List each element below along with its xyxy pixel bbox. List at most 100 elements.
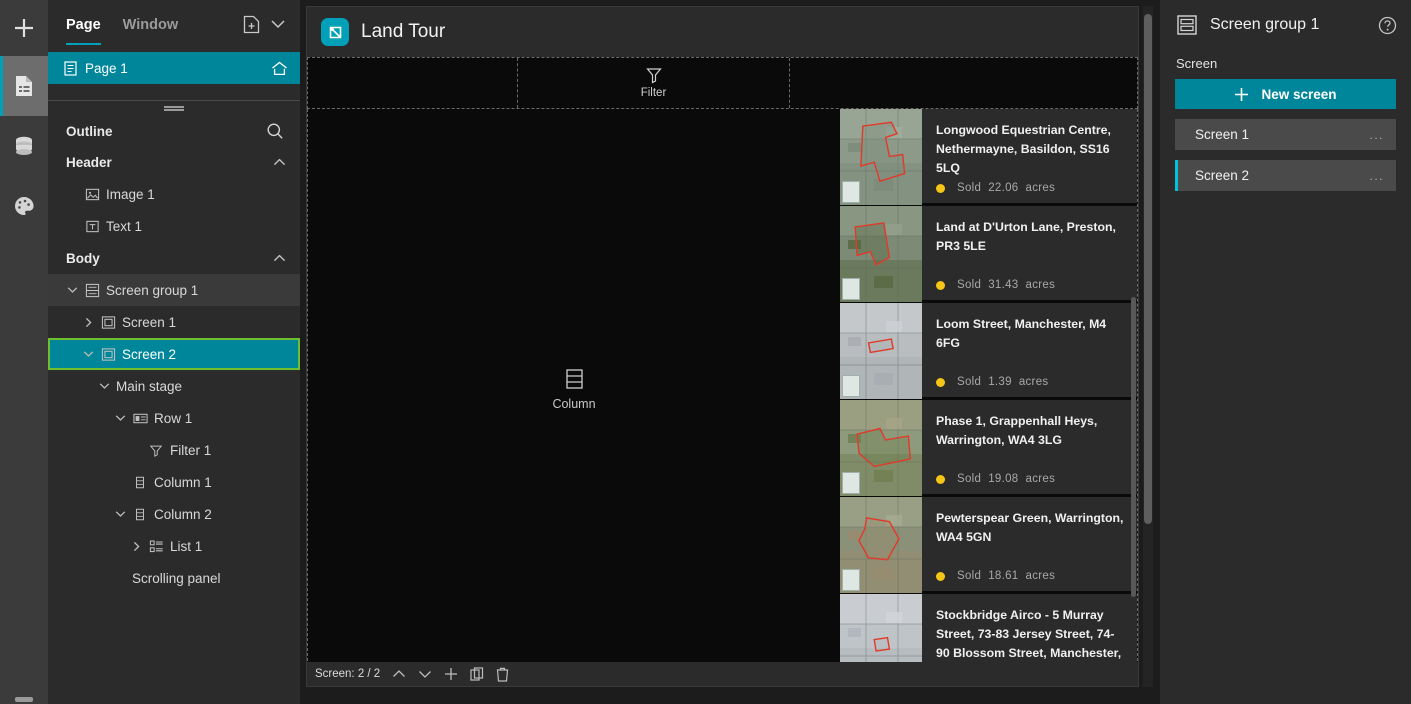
screen-item-menu-icon[interactable]: ...	[1369, 128, 1384, 142]
right-panel: Screen group 1 Screen New screen Screen …	[1160, 0, 1411, 704]
chevron-up-icon[interactable]	[273, 254, 286, 263]
property-list: Longwood Equestrian Centre, Nethermayne,…	[840, 109, 1137, 662]
right-panel-section-label: Screen	[1176, 56, 1218, 71]
screen-item-menu-icon[interactable]: ...	[1369, 169, 1384, 183]
thumbnail-minimap	[842, 375, 860, 397]
panel-splitter[interactable]	[48, 100, 300, 116]
add-button[interactable]	[0, 0, 48, 56]
tree-item-label: Text 1	[106, 218, 143, 234]
tree-item-label: Header	[66, 154, 112, 170]
tree-item-label: Scrolling panel	[132, 570, 221, 586]
tree-item-label: Screen group 1	[106, 282, 199, 298]
pages-icon	[16, 76, 32, 96]
home-icon[interactable]	[271, 61, 288, 76]
filter-icon	[148, 443, 164, 458]
row-1: Filter	[307, 57, 1138, 109]
chevron-down-icon[interactable]	[270, 19, 286, 29]
row-cell-left[interactable]	[308, 58, 518, 108]
right-panel-title: Screen group 1	[1210, 16, 1320, 33]
page-label: Page 1	[85, 60, 128, 76]
rail-item-pages[interactable]	[0, 56, 48, 116]
tree-item-body[interactable]: Body	[48, 242, 300, 274]
property-card[interactable]: Longwood Equestrian Centre, Nethermayne,…	[840, 109, 1137, 206]
property-status: Sold 18.61 acres	[957, 570, 1055, 582]
tree-item-scrolling-panel[interactable]: Scrolling panel	[48, 562, 300, 594]
image-icon	[84, 187, 100, 202]
tree-item-column-2[interactable]: Column 2	[48, 498, 300, 530]
column-1-placeholder[interactable]: Column	[308, 109, 840, 662]
column-2-list: Longwood Equestrian Centre, Nethermayne,…	[840, 109, 1137, 662]
property-card[interactable]: Pewterspear Green, Warrington, WA4 5GN So…	[840, 497, 1137, 594]
chevron-right-icon[interactable]	[82, 317, 94, 328]
plus-icon	[1234, 87, 1249, 102]
status-label: Sold	[957, 473, 982, 485]
status-label: Sold	[957, 376, 982, 388]
status-dot-icon	[936, 474, 945, 484]
property-card[interactable]: Land at D'Urton Lane, Preston, PR3 5LE So…	[840, 206, 1137, 303]
tree-item-column-1[interactable]: Column 1	[48, 466, 300, 498]
tab-page[interactable]: Page	[66, 3, 101, 45]
acreage-value: 22.06	[988, 182, 1019, 194]
filter-widget[interactable]: Filter	[518, 58, 790, 108]
text-icon	[84, 219, 100, 234]
row-cell-right[interactable]	[790, 58, 1137, 108]
column-icon	[565, 368, 584, 390]
tree-item-filter-1[interactable]: Filter 1	[48, 434, 300, 466]
property-card[interactable]: Stockbridge Airco - 5 Murray Street, 73-…	[840, 594, 1137, 662]
rail-item-theme[interactable]	[0, 176, 48, 236]
tree-item-main-stage[interactable]: Main stage	[48, 370, 300, 402]
tree-item-image-1[interactable]: Image 1	[48, 178, 300, 210]
row-icon	[132, 411, 148, 426]
property-title: Land at D'Urton Lane, Preston, PR3 5LE	[936, 220, 1116, 253]
chevron-down-icon[interactable]	[114, 414, 126, 422]
left-panel-tab-actions	[243, 15, 300, 34]
tree-item-text-1[interactable]: Text 1	[48, 210, 300, 242]
list-icon	[148, 539, 164, 554]
delete-screen-icon[interactable]	[496, 667, 509, 682]
tree-item-screen-1[interactable]: Screen 1	[48, 306, 300, 338]
tree-item-list-1[interactable]: List 1	[48, 530, 300, 562]
chevron-up-icon[interactable]	[273, 158, 286, 167]
add-page-icon[interactable]	[243, 15, 260, 34]
screen-item-label: Screen 1	[1195, 127, 1250, 142]
search-icon[interactable]	[266, 122, 284, 140]
chevron-down-icon[interactable]	[114, 510, 126, 518]
chevron-right-icon[interactable]	[130, 541, 142, 552]
property-card[interactable]: Loom Street, Manchester, M4 6FG Sold 1.39…	[840, 303, 1137, 400]
canvas-scrollbar-thumb[interactable]	[1144, 14, 1152, 524]
duplicate-screen-icon[interactable]	[470, 667, 484, 681]
tree-item-screen-2[interactable]: Screen 2	[48, 338, 300, 370]
column-placeholder-label: Column	[552, 397, 596, 411]
screen-list-item-1[interactable]: Screen 1...	[1175, 119, 1396, 150]
thumbnail-minimap	[842, 569, 860, 591]
screen-list-item-2[interactable]: Screen 2...	[1175, 160, 1396, 191]
property-card[interactable]: Phase 1, Grappenhall Heys, Warrington, W…	[840, 400, 1137, 497]
status-label: Sold	[957, 570, 982, 582]
status-dot-icon	[936, 571, 945, 581]
chevron-down-icon[interactable]	[66, 286, 78, 294]
add-screen-icon[interactable]	[444, 667, 458, 681]
main-stage: Column Longwood Equestrian Centre, Nethe…	[307, 109, 1138, 662]
chevron-down-icon[interactable]	[82, 350, 94, 358]
rail-collapse-handle[interactable]	[0, 660, 48, 704]
property-thumbnail	[840, 400, 922, 496]
list-scrollbar-thumb[interactable]	[1131, 297, 1136, 597]
next-screen-icon[interactable]	[418, 669, 432, 679]
tree-item-row-1[interactable]: Row 1	[48, 402, 300, 434]
prev-screen-icon[interactable]	[392, 669, 406, 679]
tree-item-label: Screen 1	[122, 314, 177, 330]
property-title: Phase 1, Grappenhall Heys, Warrington, W…	[936, 414, 1098, 447]
canvas-app-header: Land Tour	[307, 7, 1138, 57]
new-screen-button[interactable]: New screen	[1175, 79, 1396, 109]
collapse-nub	[15, 697, 33, 702]
filter-icon	[645, 67, 662, 84]
tree-item-screen-group-1[interactable]: Screen group 1	[48, 274, 300, 306]
status-dot-icon	[936, 183, 945, 193]
help-icon[interactable]	[1378, 16, 1397, 35]
app-logo-icon	[321, 18, 349, 46]
page-list-item-page-1[interactable]: Page 1	[48, 52, 300, 84]
tree-item-header[interactable]: Header	[48, 146, 300, 178]
chevron-down-icon[interactable]	[98, 382, 110, 390]
rail-item-data[interactable]	[0, 116, 48, 176]
tab-window[interactable]: Window	[123, 3, 178, 45]
